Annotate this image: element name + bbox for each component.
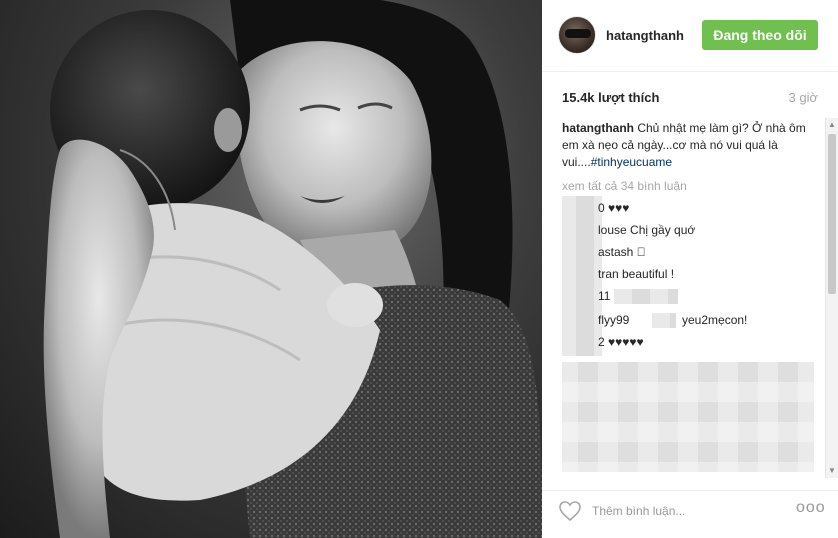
comment-text: 2 ♥♥♥♥♥ (598, 335, 644, 349)
comment-text: flyy99 (598, 313, 630, 327)
comments-section: hatangthanh Chủ nhật mẹ làm gì? Ở nhà ôm… (562, 120, 824, 480)
obscured-text (614, 289, 678, 304)
following-button[interactable]: Đang theo dõi (702, 20, 818, 50)
caption-username[interactable]: hatangthanh (562, 121, 634, 135)
list-item: tran beautiful ! (598, 266, 674, 283)
photo-illustration (43, 0, 542, 538)
obscured-comments (562, 362, 814, 472)
comment-input[interactable] (592, 501, 792, 521)
list-item: 11 (598, 288, 610, 305)
comments-scrollbar[interactable]: ▲ ▼ (825, 118, 838, 478)
view-all-comments-link[interactable]: xem tất cả 34 bình luận (562, 178, 687, 195)
list-item: astash 🏻 (598, 244, 646, 261)
scroll-down-icon[interactable]: ▼ (826, 464, 838, 478)
likes-row: 15.4k lượt thích 3 giờ (562, 90, 818, 108)
post-footer: ooo (542, 490, 838, 538)
list-item: yeu2mẹcon! (682, 312, 747, 329)
avatar[interactable] (558, 16, 596, 54)
list-item: 0 ♥♥♥ (598, 200, 629, 217)
username-link[interactable]: hatangthanh (606, 28, 684, 43)
post-header: hatangthanh Đang theo dõi (542, 0, 838, 72)
more-options-icon[interactable]: ooo (796, 499, 826, 517)
comment-text: louse Chị gầy quớ (598, 223, 696, 237)
comment-text: 11 (598, 289, 611, 303)
list-item: louse Chị gầy quớ (598, 222, 695, 239)
caption: hatangthanh Chủ nhật mẹ làm gì? Ở nhà ôm… (562, 120, 824, 171)
list-item: flyy99 (598, 312, 629, 329)
comment-text: yeu2mẹcon! (682, 313, 748, 327)
list-item: 2 ♥♥♥♥♥ (598, 334, 644, 351)
scroll-thumb[interactable] (828, 134, 836, 294)
post-sidebar: hatangthanh Đang theo dõi 15.4k lượt thí… (542, 0, 838, 538)
comment-text: astash 🏻 (598, 245, 646, 259)
heart-outline-icon[interactable] (558, 499, 582, 523)
likes-count[interactable]: 15.4k lượt thích (562, 90, 659, 105)
post-photo[interactable] (0, 0, 542, 538)
scroll-up-icon[interactable]: ▲ (826, 118, 838, 132)
comment-text: tran beautiful ! (598, 267, 675, 281)
obscured-text (652, 313, 676, 328)
comment-text: 0 ♥♥♥ (598, 201, 630, 215)
caption-hashtag[interactable]: #tinhyeucuame (591, 155, 672, 169)
obscured-usernames (562, 196, 602, 356)
post-time[interactable]: 3 giờ (789, 90, 819, 105)
